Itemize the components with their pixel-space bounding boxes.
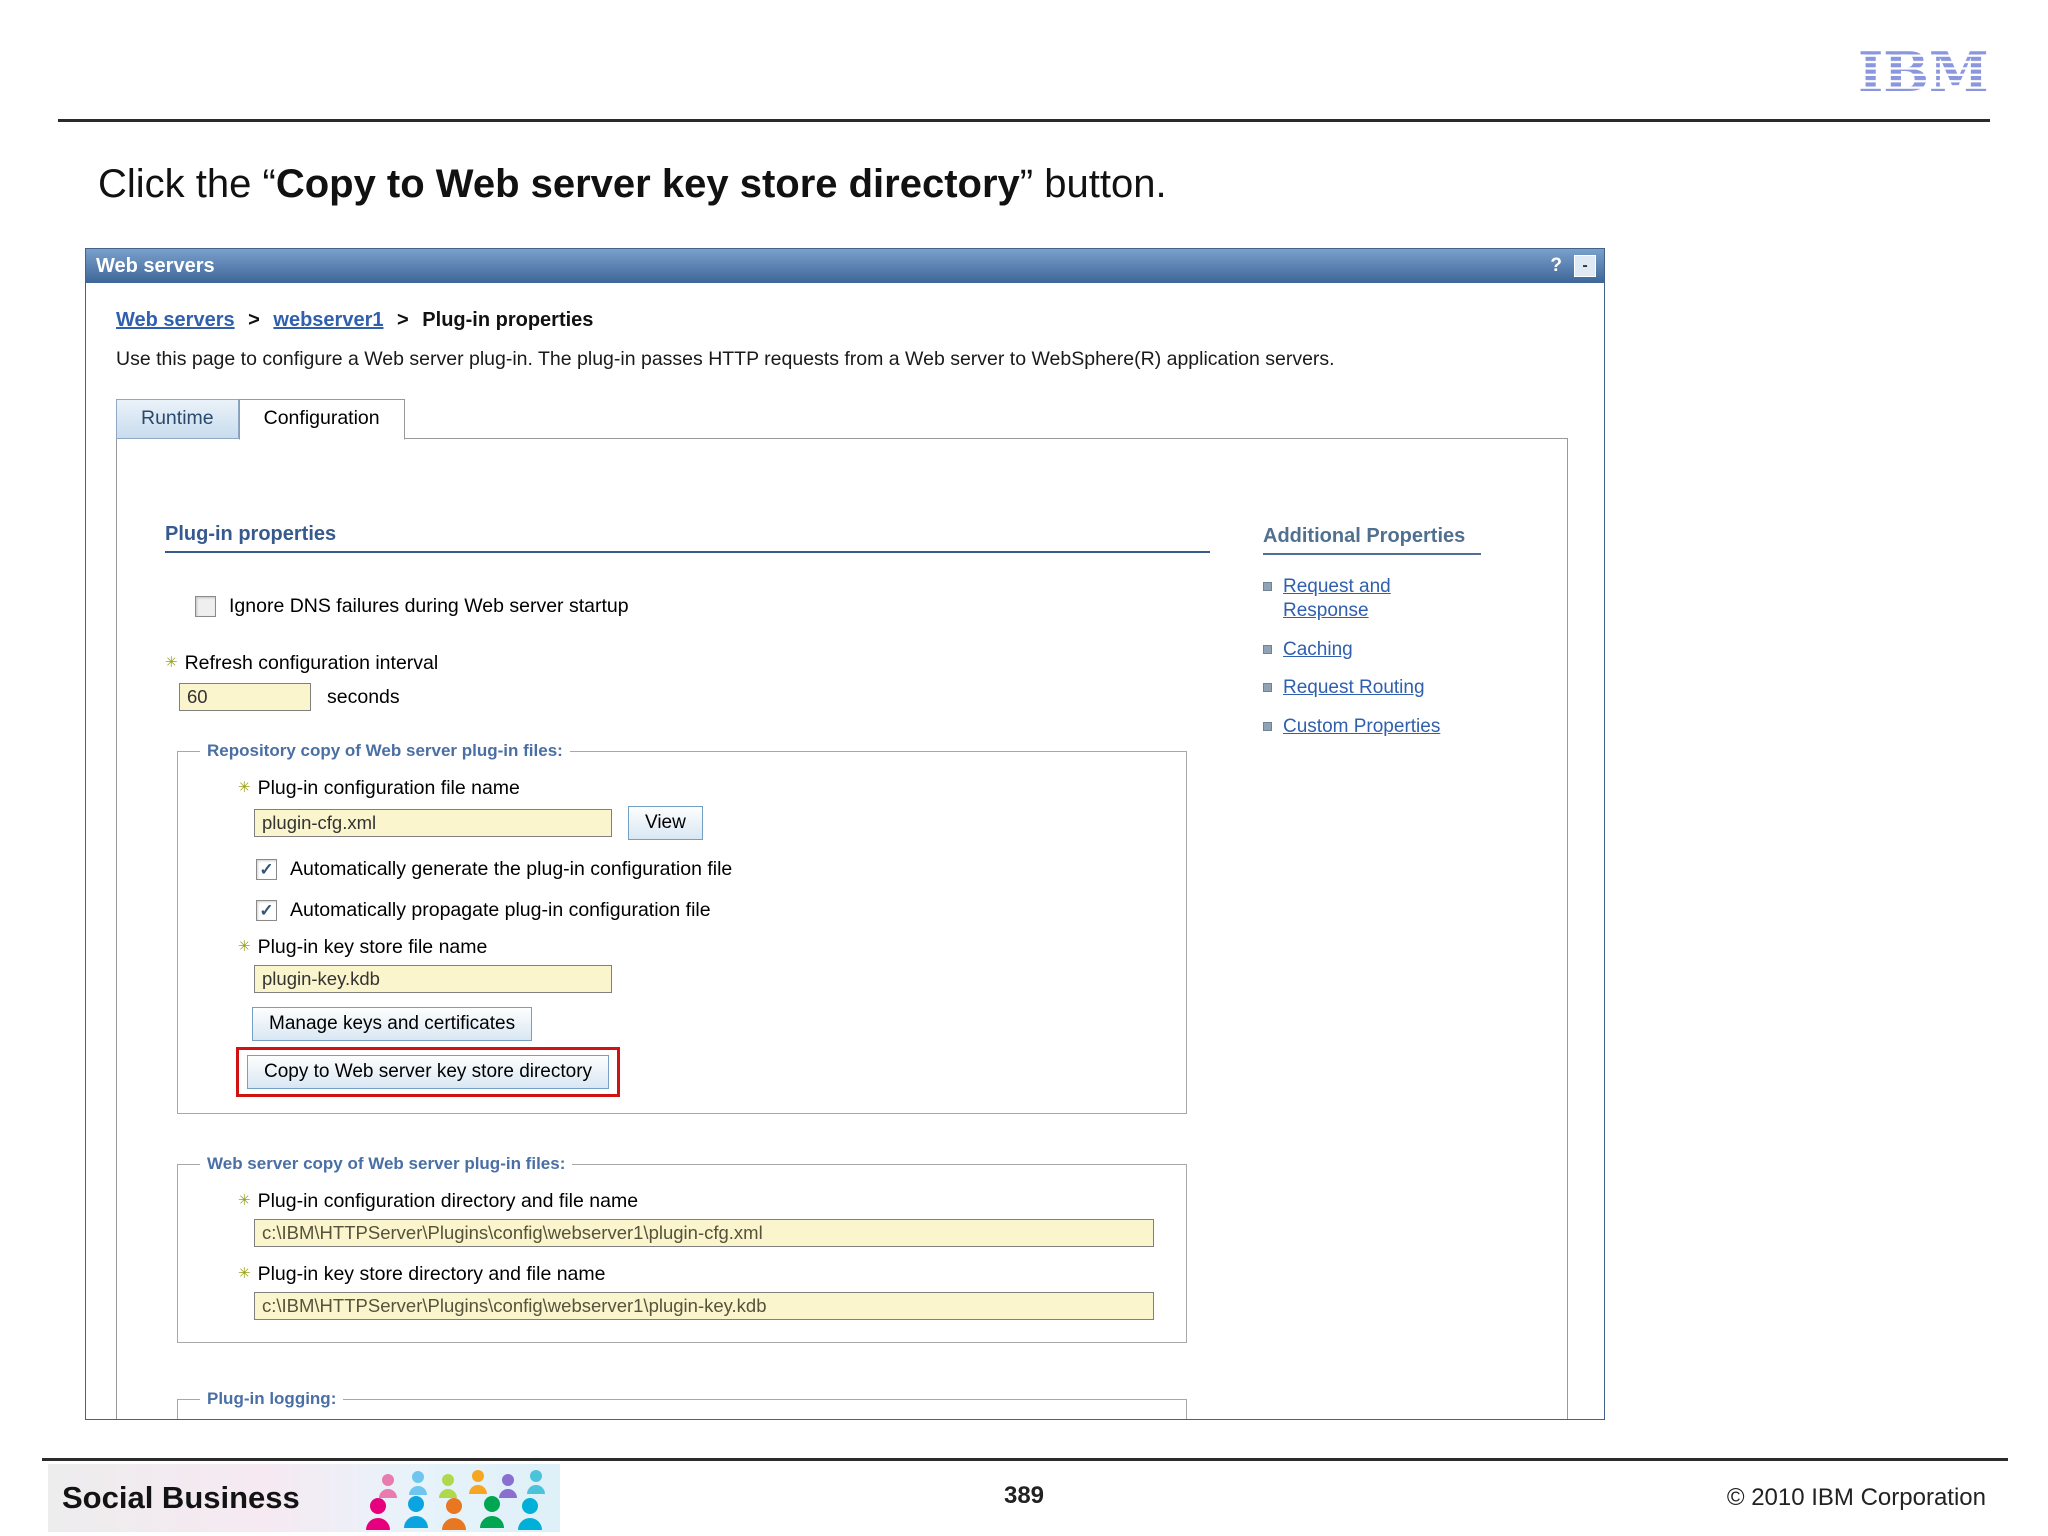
copyright-text: © 2010 IBM Corporation	[1726, 1484, 1986, 1511]
auto-generate-label: Automatically generate the plug-in confi…	[290, 858, 733, 880]
slide-title: Click the “Copy to Web server key store …	[98, 162, 1167, 207]
required-star-icon	[238, 1263, 251, 1286]
header-divider	[58, 119, 1990, 122]
auto-propagate-row: Automatically propagate plug-in configur…	[256, 899, 1168, 922]
plugin-properties-form: Plug-in properties Ignore DNS failures d…	[165, 523, 1210, 1419]
breadcrumb: Web servers > webserver1 > Plug-in prope…	[116, 309, 1576, 332]
slide-title-suffix: ” button.	[1019, 162, 1167, 206]
slide-title-prefix: Click the “	[98, 162, 276, 206]
bullet-icon	[1263, 683, 1272, 693]
refresh-interval-unit: seconds	[327, 685, 400, 708]
bullet-icon	[1263, 644, 1272, 654]
manage-keys-button[interactable]: Manage keys and certificates	[252, 1007, 533, 1041]
ibm-logo: IBM	[1858, 40, 1990, 105]
red-highlight-box: Copy to Web server key store directory	[236, 1047, 621, 1097]
window-body: Web servers > webserver1 > Plug-in prope…	[86, 283, 1604, 1419]
window-titlebar: Web servers ? -	[86, 249, 1604, 283]
config-dir-label-text: Plug-in configuration directory and file…	[257, 1190, 639, 1212]
copy-to-keystore-button[interactable]: Copy to Web server key store directory	[247, 1055, 610, 1089]
required-star-icon	[238, 936, 251, 959]
page-description: Use this page to configure a Web server …	[116, 348, 1335, 370]
tab-bar: Runtime Configuration	[116, 399, 1576, 440]
minimize-icon[interactable]: -	[1574, 255, 1596, 277]
refresh-interval-label-text: Refresh configuration interval	[184, 652, 439, 674]
auto-generate-checkbox-checked-icon[interactable]	[256, 859, 277, 880]
repository-copy-fieldset: Repository copy of Web server plug-in fi…	[177, 741, 1187, 1114]
keystore-file-input[interactable]	[254, 965, 612, 993]
tab-configuration[interactable]: Configuration	[238, 399, 405, 440]
link-caching[interactable]: Caching	[1283, 638, 1353, 662]
breadcrumb-current: Plug-in properties	[422, 309, 594, 331]
view-button[interactable]: View	[628, 806, 703, 840]
ibm-logo-text: IBM	[1858, 44, 1989, 100]
auto-propagate-label: Automatically propagate plug-in configur…	[290, 899, 711, 921]
window-title: Web servers	[96, 254, 215, 277]
config-dir-row	[254, 1219, 1168, 1247]
breadcrumb-separator: >	[248, 309, 260, 331]
tab-runtime[interactable]: Runtime	[116, 399, 239, 439]
list-item: Custom Properties	[1263, 715, 1523, 739]
repository-copy-legend: Repository copy of Web server plug-in fi…	[207, 741, 563, 760]
link-custom-properties[interactable]: Custom Properties	[1283, 715, 1440, 739]
config-file-row: View	[254, 806, 1168, 840]
help-icon[interactable]: ?	[1550, 255, 1562, 277]
bullet-icon	[1263, 722, 1272, 731]
config-dir-input[interactable]	[254, 1219, 1154, 1247]
list-item: Request Routing	[1263, 676, 1523, 700]
required-star-icon	[165, 652, 178, 675]
link-request-and-response[interactable]: Request and Response	[1283, 575, 1453, 623]
copy-button-row: Copy to Web server key store directory	[236, 1047, 1168, 1097]
auto-propagate-checkbox-checked-icon[interactable]	[256, 900, 277, 921]
keystore-dir-row	[254, 1292, 1168, 1320]
refresh-interval-input[interactable]	[179, 683, 311, 711]
web-servers-window: Web servers ? - Web servers > webserver1…	[85, 248, 1605, 1420]
slide: IBM Click the “Copy to Web server key st…	[0, 0, 2048, 1536]
ignore-dns-label: Ignore DNS failures during Web server st…	[229, 595, 629, 617]
footer-divider	[42, 1458, 2008, 1461]
configuration-panel: Plug-in properties Ignore DNS failures d…	[116, 438, 1568, 1419]
list-item: Request and Response	[1263, 575, 1523, 623]
keystore-file-label-text: Plug-in key store file name	[257, 936, 488, 958]
breadcrumb-link-web-servers[interactable]: Web servers	[116, 309, 235, 331]
config-file-label: Plug-in configuration file name	[238, 777, 1168, 800]
link-request-routing[interactable]: Request Routing	[1283, 676, 1425, 700]
slide-title-bold: Copy to Web server key store directory	[275, 162, 1020, 206]
breadcrumb-link-webserver1[interactable]: webserver1	[273, 309, 383, 331]
section-title: Plug-in properties	[165, 523, 1210, 553]
bullet-icon	[1263, 582, 1272, 591]
config-file-label-text: Plug-in configuration file name	[257, 777, 520, 799]
ignore-dns-checkbox[interactable]	[195, 596, 216, 617]
keystore-file-row	[254, 965, 1168, 993]
breadcrumb-separator: >	[397, 309, 409, 331]
keystore-dir-label-text: Plug-in key store directory and file nam…	[257, 1263, 606, 1285]
required-star-icon	[238, 777, 251, 800]
config-dir-label: Plug-in configuration directory and file…	[238, 1190, 1168, 1213]
keystore-dir-input[interactable]	[254, 1292, 1154, 1320]
web-server-copy-legend: Web server copy of Web server plug-in fi…	[207, 1154, 566, 1173]
plugin-logging-legend: Plug-in logging:	[207, 1389, 337, 1408]
additional-properties-sidebar: Additional Properties Request and Respon…	[1263, 525, 1523, 754]
keystore-dir-label: Plug-in key store directory and file nam…	[238, 1263, 1168, 1286]
required-star-icon	[238, 1190, 251, 1213]
web-server-copy-fieldset: Web server copy of Web server plug-in fi…	[177, 1154, 1187, 1343]
manage-keys-row: Manage keys and certificates	[252, 1007, 1168, 1041]
refresh-interval-row: seconds	[179, 683, 1210, 711]
list-item: Caching	[1263, 638, 1523, 662]
plugin-logging-fieldset: Plug-in logging: Log file name	[177, 1389, 1187, 1419]
auto-generate-row: Automatically generate the plug-in confi…	[256, 858, 1168, 881]
keystore-file-label: Plug-in key store file name	[238, 936, 1168, 959]
ignore-dns-row: Ignore DNS failures during Web server st…	[195, 595, 1210, 618]
refresh-interval-label: Refresh configuration interval	[165, 652, 1210, 675]
config-file-input[interactable]	[254, 809, 612, 837]
additional-properties-title: Additional Properties	[1263, 525, 1481, 555]
additional-properties-list: Request and Response Caching Request Rou…	[1263, 575, 1523, 739]
